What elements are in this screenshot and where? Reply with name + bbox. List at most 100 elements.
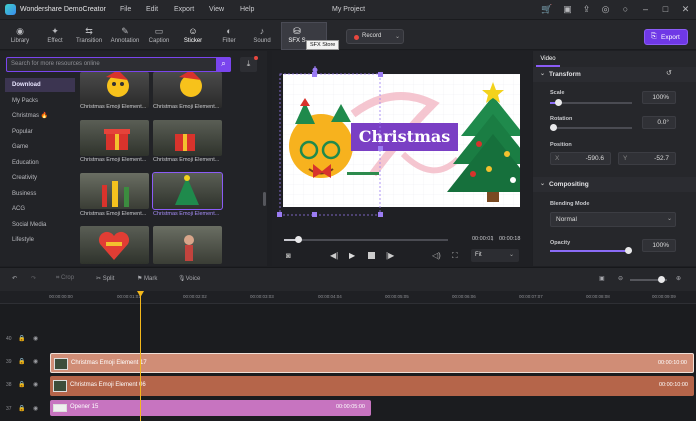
eye-icon[interactable]: ◉ (33, 335, 38, 342)
tool-library[interactable]: ◉ Library (5, 20, 35, 50)
sticker-thumbnail[interactable] (80, 173, 149, 209)
scale-slider-knob[interactable] (555, 99, 562, 106)
export-button[interactable]: ⎘ Export (644, 29, 688, 45)
menu-export[interactable]: Export (174, 6, 194, 13)
position-y-field[interactable]: Y -52.7 (618, 152, 676, 165)
support-icon[interactable]: ◎ (600, 4, 611, 15)
playhead[interactable] (137, 291, 144, 421)
scrubber-knob[interactable] (295, 236, 302, 243)
sticker-thumbnail[interactable] (80, 120, 149, 156)
sticker-thumbnail-selected[interactable] (152, 172, 223, 210)
minimize-icon[interactable]: – (640, 4, 651, 15)
timeline-zoom-knob[interactable] (658, 276, 665, 283)
lock-icon[interactable]: 🔒 (18, 335, 25, 342)
eye-icon[interactable]: ◉ (33, 381, 38, 388)
sticker-thumbnail[interactable] (80, 226, 149, 264)
menu-help[interactable]: Help (240, 6, 254, 13)
eye-icon[interactable]: ◉ (33, 358, 38, 365)
blending-mode-select[interactable]: Normal ⌄ (550, 212, 676, 227)
timeline-clip[interactable]: Opener 15 00:00:05:00 (50, 400, 371, 416)
category-my-packs[interactable]: My Packs (5, 94, 75, 108)
split-button[interactable]: ✂ Split (96, 275, 114, 282)
category-acg[interactable]: ACG (5, 202, 75, 216)
opacity-value[interactable]: 100% (642, 239, 676, 252)
category-lifestyle[interactable]: Lifestyle (5, 233, 75, 247)
search-button[interactable]: ⌕ (216, 57, 231, 72)
sticker-caption: Christmas Emoji Element... (153, 104, 220, 110)
rotation-slider[interactable] (550, 124, 632, 131)
search-input[interactable]: Search for more resources online (6, 57, 231, 72)
timeline-clip[interactable]: Christmas Emoji Element 06 00:00:10:00 (50, 376, 694, 396)
menu-edit[interactable]: Edit (146, 6, 158, 13)
category-christmas[interactable]: Christmas 🔥 (5, 109, 75, 123)
category-game[interactable]: Game (5, 140, 75, 154)
reset-icon[interactable]: ↺ (666, 69, 672, 77)
lock-icon[interactable]: 🔒 (18, 381, 25, 388)
library-icon: ◉ (16, 26, 24, 36)
section-compositing[interactable]: ⌄ Compositing (533, 177, 696, 192)
chevron-down-icon: ⌄ (540, 71, 546, 77)
sticker-thumbnail[interactable] (153, 226, 222, 264)
zoom-in-icon[interactable]: ⊕ (676, 275, 681, 282)
eye-icon[interactable]: ◉ (33, 405, 38, 412)
record-button[interactable]: Record ⌄ (346, 29, 404, 44)
menu-view[interactable]: View (209, 6, 224, 13)
step-forward-icon[interactable]: |▶ (386, 251, 394, 260)
category-creativity[interactable]: Creativity (5, 171, 75, 185)
scale-slider[interactable] (550, 99, 632, 106)
tool-sticker[interactable]: ☺ Sticker (178, 20, 208, 50)
category-popular[interactable]: Popular (5, 125, 75, 139)
account-icon[interactable]: ○ (620, 4, 631, 15)
clip-thumbnail (53, 404, 67, 412)
tool-sound[interactable]: ♪ Sound (248, 20, 276, 50)
undo-icon[interactable]: ↶ (12, 275, 17, 282)
tool-caption[interactable]: ▭ Caption (145, 20, 173, 50)
tool-transition[interactable]: ⇆ Transition (72, 20, 106, 50)
cart-icon[interactable]: 🛒 (541, 4, 552, 15)
fit-timeline-icon[interactable]: ▣ (599, 275, 605, 282)
rotation-slider-knob[interactable] (550, 124, 557, 131)
sticker-thumbnail[interactable] (80, 72, 149, 108)
step-back-icon[interactable]: ◀| (330, 251, 338, 260)
close-icon[interactable]: ✕ (680, 4, 691, 15)
gift-icon[interactable]: ▣ (562, 4, 573, 15)
category-education[interactable]: Education (5, 156, 75, 170)
lock-icon[interactable]: 🔒 (18, 405, 25, 412)
lock-icon[interactable]: 🔒 (18, 358, 25, 365)
crop-button[interactable]: ⌗ Crop (56, 275, 74, 282)
sticker-thumbnail[interactable] (153, 72, 222, 108)
maximize-icon[interactable]: □ (660, 4, 671, 15)
selection-box[interactable] (272, 66, 532, 221)
download-button[interactable]: ⤓ (240, 56, 258, 72)
stop-icon[interactable] (368, 252, 375, 259)
category-download[interactable]: Download (5, 78, 75, 92)
preview-scrubber[interactable] (284, 236, 448, 243)
opacity-slider-knob[interactable] (625, 247, 632, 254)
library-scrollbar[interactable] (263, 192, 266, 206)
tool-effect[interactable]: ✦ Effect (40, 20, 70, 50)
zoom-out-icon[interactable]: ⊖ (618, 275, 623, 282)
snapshot-icon[interactable]: ◙ (286, 251, 291, 260)
scale-value[interactable]: 100% (642, 91, 676, 104)
position-x-field[interactable]: X -590.6 (550, 152, 611, 165)
category-business[interactable]: Business (5, 187, 75, 201)
opacity-slider[interactable] (550, 247, 632, 254)
notification-dot (254, 56, 258, 60)
redo-icon[interactable]: ↷ (31, 275, 36, 282)
tab-video[interactable]: Video (536, 53, 560, 67)
volume-icon[interactable]: ◁) (432, 251, 441, 260)
rotation-value[interactable]: 0.0° (642, 116, 676, 129)
category-social-media[interactable]: Social Media (5, 218, 75, 232)
mark-button[interactable]: ⚑ Mark (137, 275, 157, 282)
zoom-select[interactable]: Fit ⌄ (471, 249, 519, 262)
play-icon[interactable]: ▶ (349, 251, 355, 260)
upload-icon[interactable]: ⇪ (581, 4, 592, 15)
sticker-thumbnail[interactable] (153, 120, 222, 156)
fullscreen-icon[interactable]: ⛶ (452, 251, 458, 261)
tool-filter[interactable]: ◐ Filter (215, 20, 243, 50)
menu-file[interactable]: File (120, 6, 131, 13)
tool-annotation[interactable]: ✎ Annotation (108, 20, 142, 50)
timeline-clip[interactable]: Christmas Emoji Element 17 00:00:10:00 (50, 353, 694, 373)
timeline-zoom-slider[interactable] (630, 276, 667, 283)
voice-button[interactable]: 🎙Voice (178, 275, 200, 282)
